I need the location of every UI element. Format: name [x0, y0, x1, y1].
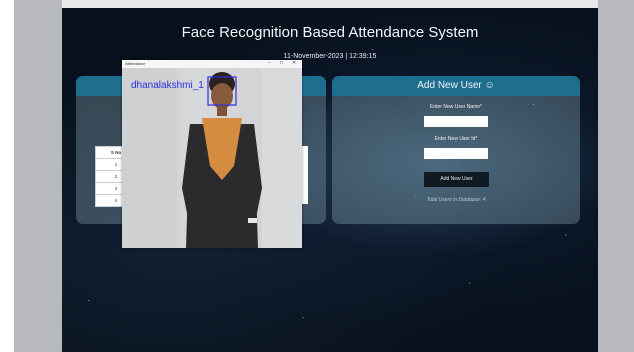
recognized-name-label: dhanalakshmi_1 — [131, 80, 204, 91]
date-time: 11-November-2023 | 12:39:15 — [283, 53, 377, 60]
left-gutter — [14, 0, 62, 352]
camera-titlebar[interactable]: Attendance – □ ✕ — [122, 60, 302, 68]
camera-feed: dhanalakshmi_1 — [122, 68, 302, 248]
page-title: Face Recognition Based Attendance System — [181, 24, 479, 41]
id-label: Enter New User Id* — [434, 136, 478, 142]
left-margin — [0, 0, 14, 352]
user-name-input[interactable] — [424, 116, 488, 127]
person-image — [122, 68, 302, 248]
total-users-text: Total Users in Database: 4 — [426, 197, 486, 203]
user-add-icon: ☺ — [484, 80, 495, 91]
maximize-icon[interactable]: □ — [280, 60, 283, 66]
add-user-title: Add New User — [417, 80, 482, 91]
add-new-user-button[interactable]: Add New User — [424, 172, 489, 187]
minimize-icon[interactable]: – — [268, 60, 271, 66]
right-gutter — [598, 0, 634, 352]
add-user-panel-header: Add New User ☺ — [332, 76, 580, 96]
name-label: Enter New User Name* — [430, 104, 482, 110]
close-icon[interactable]: ✕ — [292, 60, 296, 66]
add-user-panel: Add New User ☺ Enter New User Name* Ente… — [332, 76, 580, 224]
user-id-input[interactable] — [424, 148, 488, 159]
camera-window[interactable]: Attendance – □ ✕ dhanalakshmi_1 — [122, 60, 302, 248]
camera-window-title: Attendance — [125, 61, 146, 66]
